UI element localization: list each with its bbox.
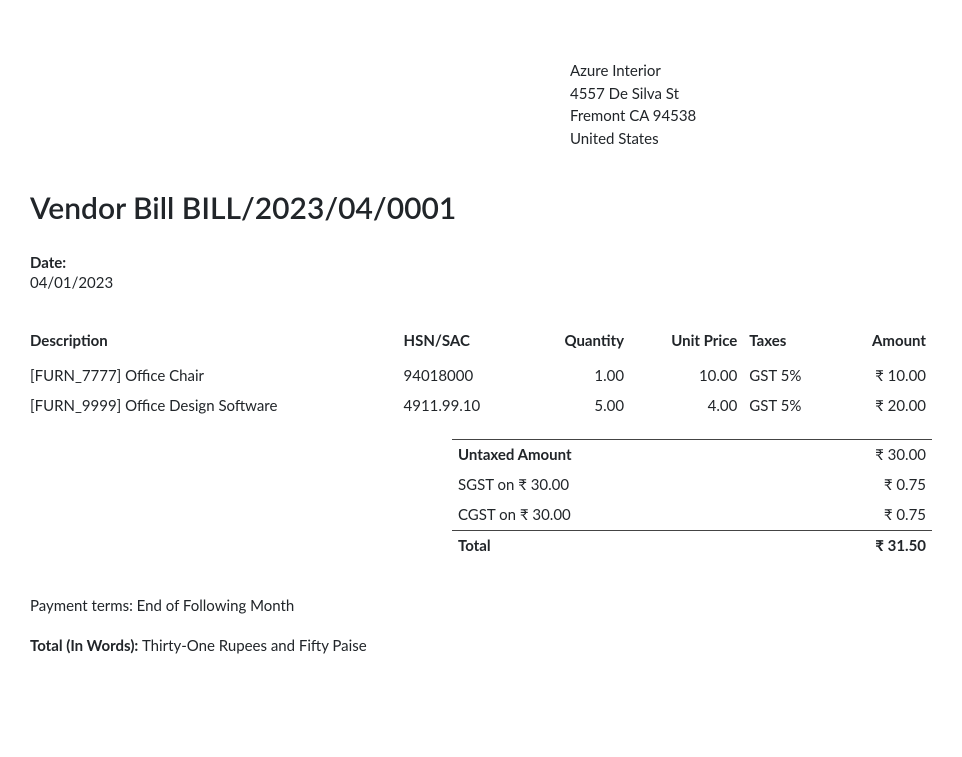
total-label: Total xyxy=(452,531,772,562)
untaxed-label: Untaxed Amount xyxy=(452,440,772,471)
cell-amount: ₹ 20.00 xyxy=(836,391,932,421)
cell-unit-price: 10.00 xyxy=(630,361,743,392)
table-row: [FURN_9999] Office Design Software 4911.… xyxy=(30,391,932,421)
cgst-value: ₹ 0.75 xyxy=(772,500,932,531)
total-in-words: Total (In Words): Thirty-One Rupees and … xyxy=(30,637,932,655)
col-taxes: Taxes xyxy=(743,326,836,361)
payment-terms: Payment terms: End of Following Month xyxy=(30,597,932,615)
cell-description: [FURN_9999] Office Design Software xyxy=(30,391,398,421)
date-block: Date: 04/01/2023 xyxy=(30,254,932,292)
document-title: Vendor Bill BILL/2023/04/0001 xyxy=(30,190,932,226)
date-label: Date: xyxy=(30,254,932,272)
totals-row-sgst: SGST on ₹ 30.00 ₹ 0.75 xyxy=(452,470,932,500)
total-value: ₹ 31.50 xyxy=(772,531,932,562)
totals-row-grand: Total ₹ 31.50 xyxy=(452,531,932,562)
sgst-value: ₹ 0.75 xyxy=(772,470,932,500)
cell-amount: ₹ 10.00 xyxy=(836,361,932,392)
vendor-address: Azure Interior 4557 De Silva St Fremont … xyxy=(570,60,932,150)
cell-hsn: 94018000 xyxy=(398,361,527,392)
col-hsn: HSN/SAC xyxy=(398,326,527,361)
date-value: 04/01/2023 xyxy=(30,274,932,292)
vendor-name: Azure Interior xyxy=(570,60,932,83)
col-quantity: Quantity xyxy=(526,326,630,361)
cell-hsn: 4911.99.10 xyxy=(398,391,527,421)
totals-table: Untaxed Amount ₹ 30.00 SGST on ₹ 30.00 ₹… xyxy=(452,439,932,561)
col-unit-price: Unit Price xyxy=(630,326,743,361)
cell-taxes: GST 5% xyxy=(743,361,836,392)
payment-terms-label: Payment terms: xyxy=(30,597,137,615)
cell-quantity: 5.00 xyxy=(526,391,630,421)
total-in-words-value: Thirty-One Rupees and Fifty Paise xyxy=(142,637,367,655)
table-row: [FURN_7777] Office Chair 94018000 1.00 1… xyxy=(30,361,932,392)
vendor-street: 4557 De Silva St xyxy=(570,83,932,106)
totals-row-untaxed: Untaxed Amount ₹ 30.00 xyxy=(452,440,932,471)
cgst-label: CGST on ₹ 30.00 xyxy=(452,500,772,531)
sgst-label: SGST on ₹ 30.00 xyxy=(452,470,772,500)
totals-section: Untaxed Amount ₹ 30.00 SGST on ₹ 30.00 ₹… xyxy=(30,431,932,561)
cell-unit-price: 4.00 xyxy=(630,391,743,421)
untaxed-value: ₹ 30.00 xyxy=(772,440,932,471)
cell-description: [FURN_7777] Office Chair xyxy=(30,361,398,392)
cell-taxes: GST 5% xyxy=(743,391,836,421)
col-amount: Amount xyxy=(836,326,932,361)
payment-terms-value: End of Following Month xyxy=(137,597,295,615)
cell-quantity: 1.00 xyxy=(526,361,630,392)
line-items-table: Description HSN/SAC Quantity Unit Price … xyxy=(30,326,932,421)
col-description: Description xyxy=(30,326,398,361)
totals-row-cgst: CGST on ₹ 30.00 ₹ 0.75 xyxy=(452,500,932,531)
footer-block: Payment terms: End of Following Month To… xyxy=(30,597,932,655)
table-header-row: Description HSN/SAC Quantity Unit Price … xyxy=(30,326,932,361)
vendor-city: Fremont CA 94538 xyxy=(570,105,932,128)
total-in-words-label: Total (In Words): xyxy=(30,637,142,655)
vendor-country: United States xyxy=(570,128,932,151)
